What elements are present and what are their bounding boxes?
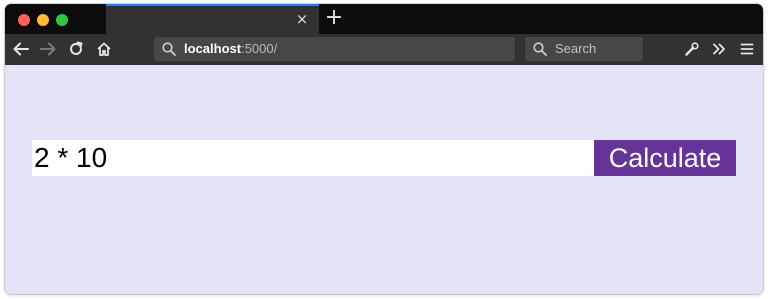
active-tab[interactable]: × xyxy=(106,4,319,34)
forward-icon[interactable] xyxy=(37,39,59,59)
tab-strip: × + xyxy=(5,4,763,34)
overflow-chevrons-icon[interactable] xyxy=(708,39,730,59)
page-content: Calculate xyxy=(5,65,763,294)
url-bar[interactable]: localhost:5000/ xyxy=(154,37,515,61)
window-maximize-button[interactable] xyxy=(56,14,68,26)
wrench-icon[interactable] xyxy=(681,39,703,59)
url-text[interactable]: localhost:5000/ xyxy=(184,37,277,61)
expression-input[interactable] xyxy=(32,140,594,176)
url-host: localhost xyxy=(184,41,242,56)
hamburger-menu-icon[interactable] xyxy=(736,39,758,59)
window-close-button[interactable] xyxy=(18,14,30,26)
reload-icon[interactable] xyxy=(65,39,87,59)
url-search-icon xyxy=(162,42,176,56)
search-placeholder: Search xyxy=(555,41,597,56)
back-icon[interactable] xyxy=(10,39,32,59)
calculate-button[interactable]: Calculate xyxy=(594,140,736,176)
browser-window: × + localhost:5000/ Search 2 * 10 Calcul… xyxy=(5,4,763,294)
url-path: :5000/ xyxy=(241,41,278,56)
search-icon xyxy=(533,42,547,56)
new-tab-button[interactable]: + xyxy=(324,7,344,30)
tab-close-icon[interactable]: × xyxy=(295,11,309,27)
search-bar[interactable]: Search xyxy=(525,37,643,61)
home-icon[interactable] xyxy=(93,39,115,59)
navigation-toolbar: localhost:5000/ Search xyxy=(5,34,763,65)
window-minimize-button[interactable] xyxy=(37,14,49,26)
